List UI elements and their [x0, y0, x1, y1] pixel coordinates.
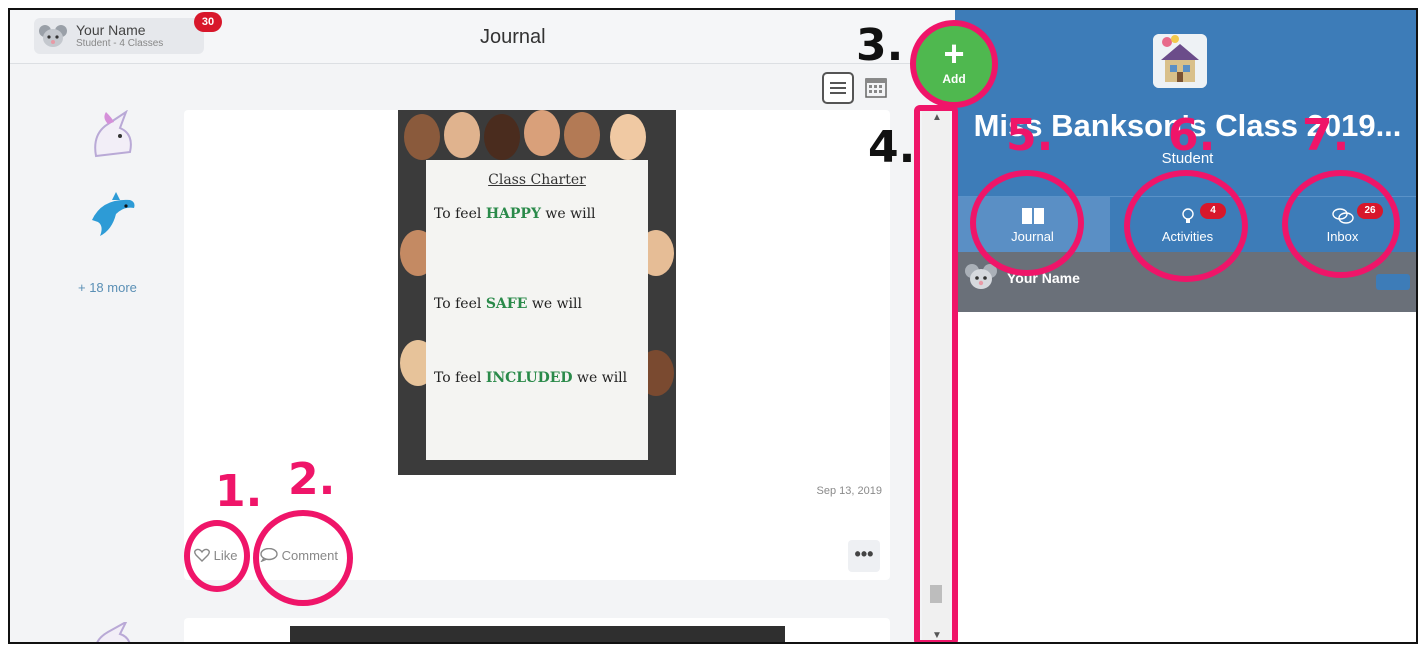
post-date: Sep 13, 2019 — [816, 485, 882, 497]
plus-icon: + — [943, 33, 965, 74]
annotation-circle-like — [184, 520, 250, 592]
annotation-number-6: 6. — [1168, 110, 1216, 161]
journal-post — [184, 618, 890, 642]
poster-line: To feel HAPPY we will — [434, 206, 596, 222]
poster-title: Class Charter — [488, 172, 586, 188]
class-panel: Miss Bankson's Class 2019... Student Jou… — [955, 10, 1416, 642]
unicorn-icon — [86, 109, 140, 168]
add-button[interactable]: + Add — [910, 20, 998, 108]
journal-area: Your Name Student - 4 Classes 30 Journal… — [10, 10, 955, 642]
post-more-button[interactable]: ••• — [848, 540, 880, 572]
annotation-number-7: 7. — [1302, 110, 1350, 161]
face-drawing — [484, 114, 520, 160]
class-header: Miss Bankson's Class 2019... Student — [955, 10, 1416, 196]
face-drawing — [404, 114, 440, 160]
annotation-circle-comment — [253, 510, 353, 606]
top-bar: Your Name Student - 4 Classes 30 Journal — [10, 10, 955, 64]
calendar-view-icon[interactable] — [860, 72, 892, 104]
annotation-number-1: 1. — [215, 466, 263, 517]
post-photo[interactable] — [290, 626, 785, 642]
annotation-number-2: 2. — [288, 454, 336, 505]
screenshot-frame: Your Name Student - 4 Classes 30 Journal… — [8, 8, 1418, 644]
class-charter-poster: Class Charter To feel HAPPY we will To f… — [426, 160, 648, 460]
member-toggle[interactable] — [1376, 274, 1410, 290]
poster-line: To feel SAFE we will — [434, 296, 582, 312]
notification-badge[interactable]: 30 — [194, 12, 222, 32]
user-classes-count: Student - 4 Classes — [76, 38, 164, 49]
more-students-link[interactable]: + 18 more — [78, 280, 137, 295]
annotation-number-3: 3. — [856, 20, 904, 71]
annotation-circle-inbox-tab — [1282, 170, 1400, 278]
poster-line: To feel INCLUDED we will — [434, 370, 628, 386]
face-drawing — [564, 112, 600, 158]
list-view-icon[interactable] — [822, 72, 854, 104]
mouse-avatar-icon — [39, 25, 67, 47]
user-name: Your Name — [76, 22, 146, 38]
face-drawing — [524, 110, 560, 156]
add-label: Add — [942, 72, 966, 86]
post-photo[interactable]: Class Charter To feel HAPPY we will To f… — [398, 110, 676, 475]
annotation-circle-activities-tab — [1124, 170, 1248, 282]
page-title: Journal — [480, 26, 546, 48]
face-drawing — [610, 114, 646, 160]
unicorn-icon — [86, 616, 140, 642]
annotation-circle-journal-tab — [970, 170, 1084, 276]
annotation-number-5: 5. — [1006, 110, 1054, 161]
house-icon — [1153, 34, 1207, 88]
dolphin-icon — [86, 190, 140, 248]
user-switcher[interactable]: Your Name Student - 4 Classes — [34, 18, 204, 54]
view-toggle — [822, 72, 892, 104]
annotation-number-4: 4. — [868, 122, 916, 173]
face-drawing — [444, 112, 480, 158]
mouse-avatar-icon — [965, 264, 997, 289]
journal-post: Class Charter To feel HAPPY we will To f… — [184, 110, 890, 580]
annotation-rect-scrollbar — [914, 105, 958, 642]
